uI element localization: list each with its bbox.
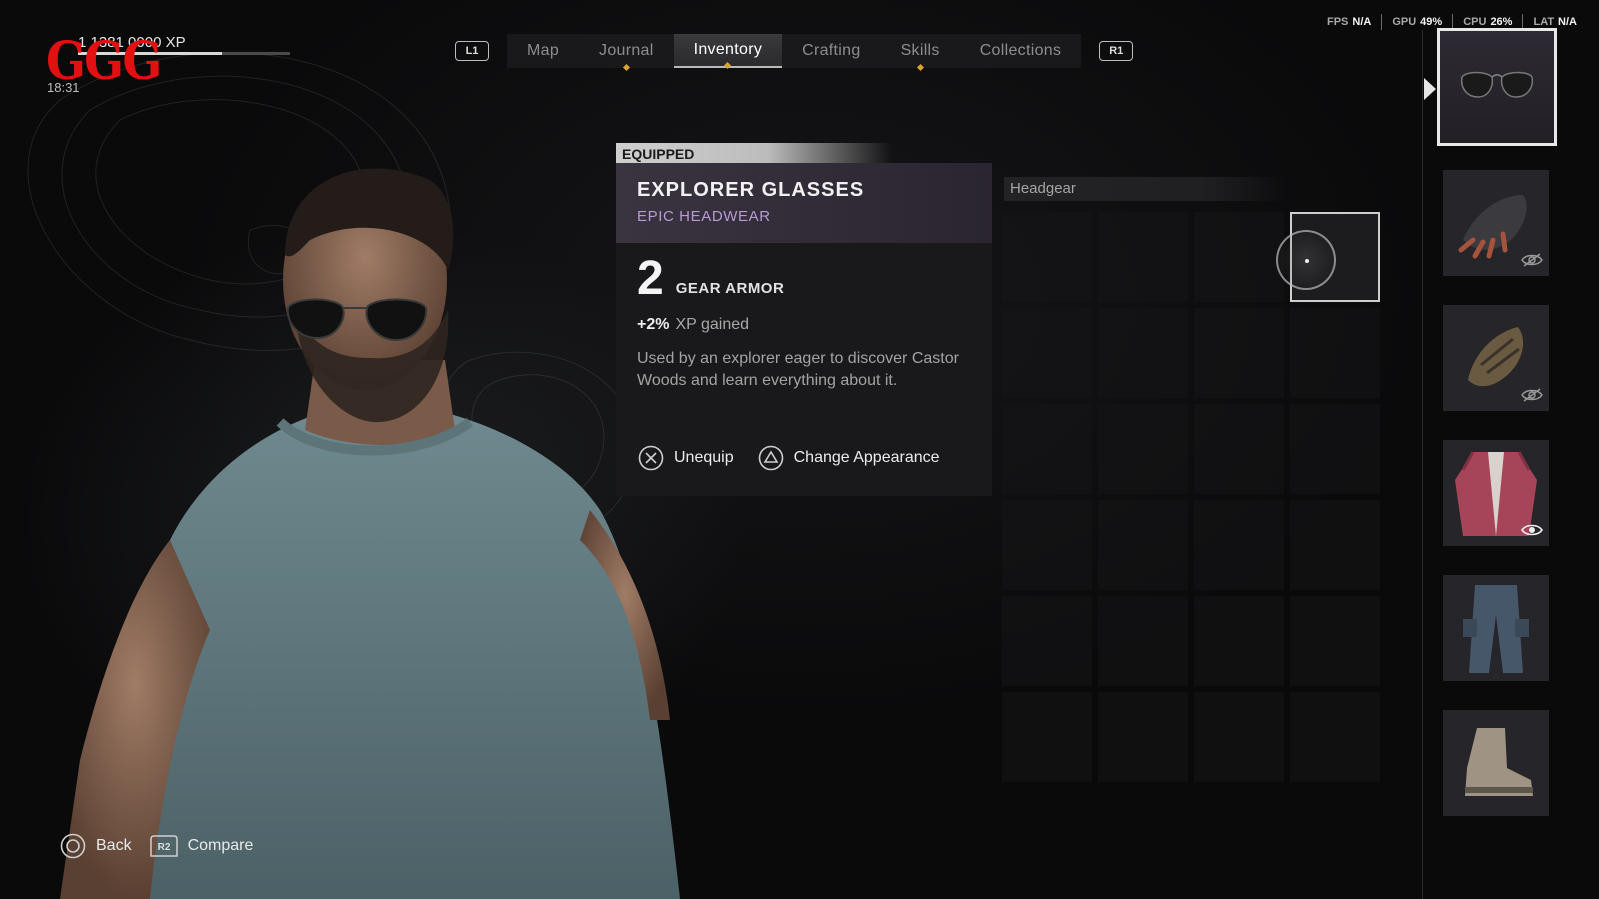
inventory-cell[interactable] bbox=[1194, 596, 1284, 686]
tab-label: Inventory bbox=[693, 41, 763, 58]
r2-trigger-icon: R2 bbox=[149, 835, 178, 857]
inventory-cell[interactable] bbox=[1002, 500, 1092, 590]
item-details-card: EXPLORER GLASSES EPIC HEADWEAR 2 GEAR AR… bbox=[616, 163, 992, 496]
character-model bbox=[60, 168, 680, 899]
xp-bonus-value: +2% bbox=[637, 316, 670, 333]
inventory-cell[interactable] bbox=[1098, 404, 1188, 494]
eye-hidden-icon[interactable] bbox=[1521, 387, 1543, 403]
equip-slot-jacket[interactable] bbox=[1443, 440, 1549, 546]
inventory-cell[interactable] bbox=[1002, 404, 1092, 494]
pants-icon bbox=[1463, 585, 1529, 673]
equip-slot-gloves[interactable] bbox=[1443, 170, 1549, 276]
inventory-cell[interactable] bbox=[1194, 500, 1284, 590]
cross-button-icon bbox=[638, 445, 664, 471]
inventory-grid bbox=[1002, 212, 1380, 782]
inventory-cell[interactable] bbox=[1290, 404, 1380, 494]
equip-slot-boots[interactable] bbox=[1443, 710, 1549, 816]
eye-visible-icon[interactable] bbox=[1521, 522, 1543, 538]
armor-stat: 2 GEAR ARMOR bbox=[637, 255, 784, 303]
equip-slot-glasses[interactable] bbox=[1437, 28, 1557, 146]
inventory-cell[interactable] bbox=[1290, 500, 1380, 590]
tab-journal[interactable]: Journal bbox=[579, 34, 674, 72]
inventory-cell[interactable] bbox=[1098, 500, 1188, 590]
notification-dot bbox=[724, 61, 732, 70]
inventory-cell[interactable] bbox=[1290, 692, 1380, 782]
item-rarity: EPIC HEADWEAR bbox=[637, 208, 771, 225]
tab-collections[interactable]: Collections bbox=[960, 34, 1082, 68]
inventory-cell[interactable] bbox=[1194, 212, 1284, 302]
inventory-cell[interactable] bbox=[1002, 308, 1092, 398]
tab-skills[interactable]: Skills bbox=[881, 34, 960, 72]
back-button[interactable]: Back bbox=[60, 833, 132, 859]
tab-label: Crafting bbox=[802, 42, 861, 59]
inventory-cell[interactable] bbox=[1098, 596, 1188, 686]
tab-inventory[interactable]: Inventory bbox=[673, 34, 783, 70]
tab-label: Collections bbox=[979, 42, 1062, 59]
item-description: Used by an explorer eager to discover Ca… bbox=[637, 350, 959, 389]
triangle-button-icon bbox=[758, 445, 783, 471]
inventory-cell[interactable] bbox=[1002, 692, 1092, 782]
inventory-cell[interactable] bbox=[1002, 212, 1092, 302]
inventory-cell[interactable] bbox=[1098, 692, 1188, 782]
inventory-cell[interactable] bbox=[1194, 692, 1284, 782]
item-header: EXPLORER GLASSES EPIC HEADWEAR bbox=[616, 163, 992, 243]
menu-tab-bar: L1 Map Journal Inventory Crafting Skills… bbox=[455, 34, 1134, 72]
tab-label: Journal bbox=[599, 42, 654, 59]
xp-bonus-label: XP gained bbox=[675, 316, 750, 333]
armor-label: GEAR ARMOR bbox=[675, 280, 785, 297]
l1-bumper-button[interactable]: L1 bbox=[455, 41, 489, 61]
slot-category-label: Headgear bbox=[1004, 177, 1286, 201]
inventory-cell[interactable] bbox=[1194, 404, 1284, 494]
xp-header: 1 1381 0000 XP 18:31 GGG bbox=[44, 30, 304, 100]
channel-logo: GGG bbox=[46, 31, 162, 92]
inventory-cell[interactable] bbox=[1194, 308, 1284, 398]
xp-bonus: +2% XP gained bbox=[637, 316, 749, 334]
circle-button-icon bbox=[60, 833, 86, 859]
r2-label: R2 bbox=[157, 842, 170, 853]
equip-slot-arm-guard[interactable] bbox=[1443, 305, 1549, 411]
tab-map[interactable]: Map bbox=[507, 34, 579, 68]
item-actions: Unequip Change Appearance bbox=[638, 445, 964, 471]
sunglasses-icon bbox=[1460, 71, 1534, 98]
change-appearance-label: Change Appearance bbox=[793, 449, 940, 466]
unequip-button[interactable]: Unequip bbox=[638, 445, 734, 471]
back-label: Back bbox=[96, 837, 132, 854]
item-name: EXPLORER GLASSES bbox=[637, 179, 865, 201]
compare-label: Compare bbox=[187, 837, 254, 854]
fps-stat: FPS N/A bbox=[1326, 16, 1372, 28]
eye-hidden-icon[interactable] bbox=[1521, 252, 1543, 268]
tab-label: Skills bbox=[900, 42, 940, 59]
inventory-cell[interactable] bbox=[1290, 308, 1380, 398]
compare-button[interactable]: R2 Compare bbox=[149, 834, 254, 858]
inventory-cell[interactable] bbox=[1002, 596, 1092, 686]
pointer-cursor bbox=[1276, 230, 1336, 290]
change-appearance-button[interactable]: Change Appearance bbox=[758, 445, 940, 471]
inventory-cell[interactable] bbox=[1290, 596, 1380, 686]
selection-arrow-icon bbox=[1424, 78, 1436, 100]
inventory-cell[interactable] bbox=[1098, 212, 1188, 302]
equip-slot-pants[interactable] bbox=[1443, 575, 1549, 681]
button-hints: Back R2 Compare bbox=[60, 833, 271, 859]
armor-value: 2 bbox=[637, 252, 664, 305]
r1-bumper-button[interactable]: R1 bbox=[1099, 41, 1134, 61]
boots-icon bbox=[1465, 728, 1533, 796]
tabs: Map Journal Inventory Crafting Skills Co… bbox=[507, 34, 1082, 72]
tab-crafting[interactable]: Crafting bbox=[782, 34, 880, 68]
tab-label: Map bbox=[527, 42, 560, 59]
equipped-tag: EQUIPPED bbox=[616, 143, 892, 165]
inventory-cell[interactable] bbox=[1098, 308, 1188, 398]
unequip-label: Unequip bbox=[674, 449, 734, 466]
